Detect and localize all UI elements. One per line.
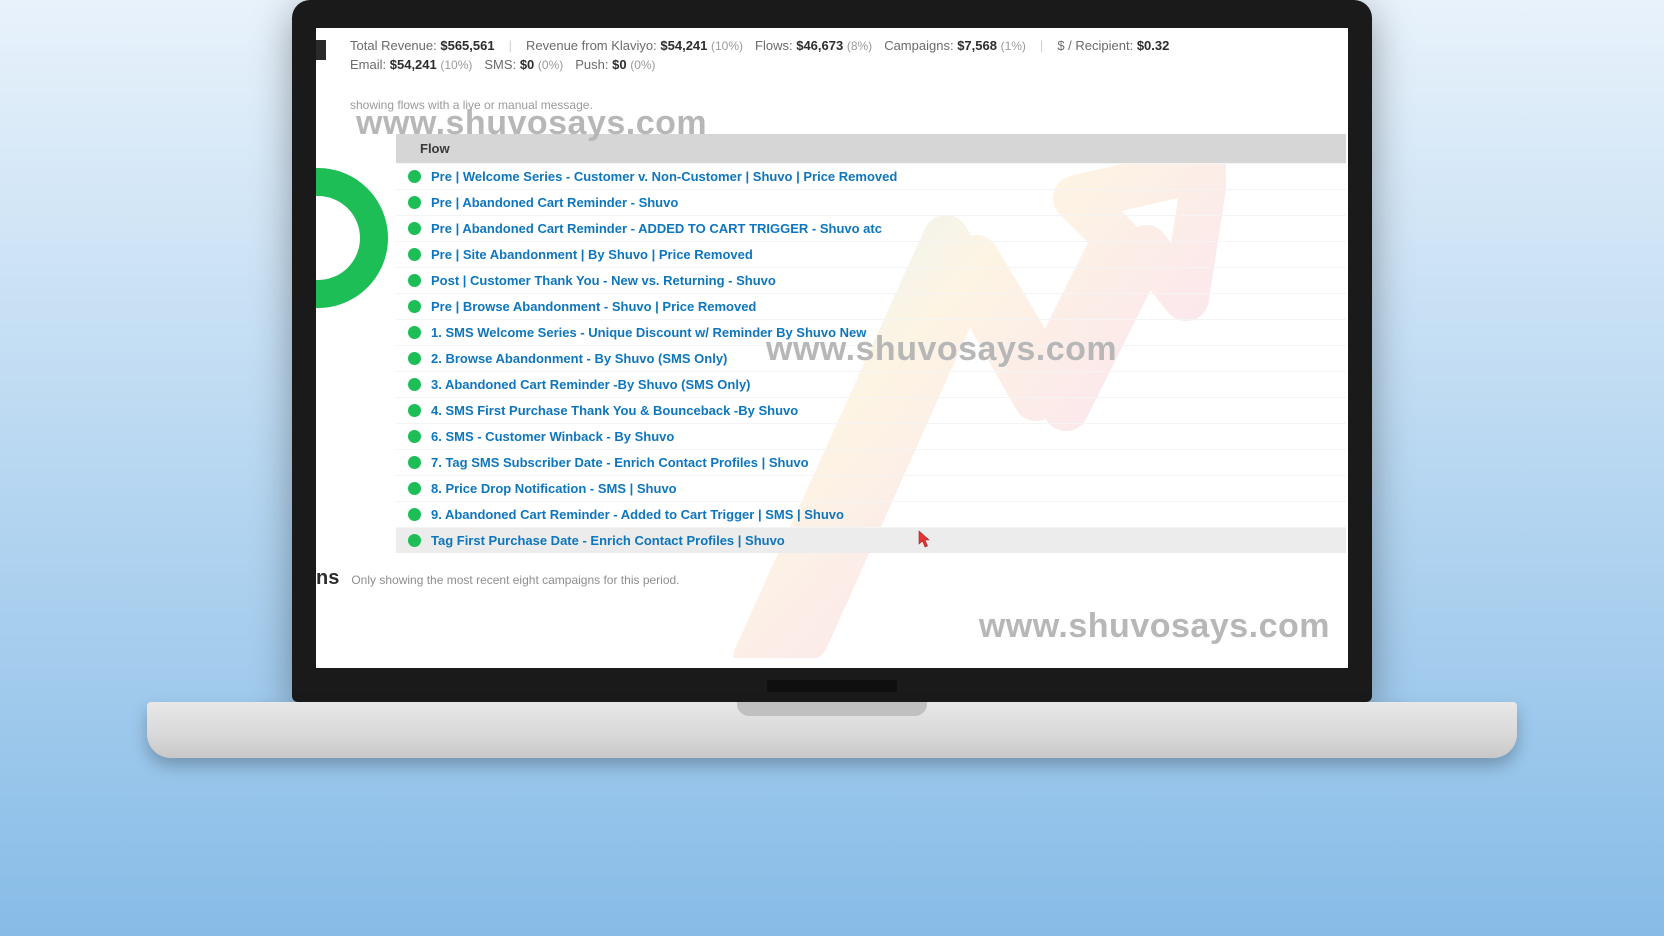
status-dot-icon xyxy=(408,378,421,391)
flow-link[interactable]: 6. SMS - Customer Winback - By Shuvo xyxy=(431,429,674,444)
table-row[interactable]: 2. Browse Abandonment - By Shuvo (SMS On… xyxy=(396,345,1346,371)
status-dot-icon xyxy=(408,196,421,209)
table-row[interactable]: Pre | Abandoned Cart Reminder - ADDED TO… xyxy=(396,215,1346,241)
flows-table: Flow Pre | Welcome Series - Customer v. … xyxy=(396,134,1346,553)
flow-link[interactable]: 9. Abandoned Cart Reminder - Added to Ca… xyxy=(431,507,844,522)
status-dot-icon xyxy=(408,274,421,287)
flow-link[interactable]: 3. Abandoned Cart Reminder -By Shuvo (SM… xyxy=(431,377,751,392)
metric-percent: (1%) xyxy=(1001,39,1026,53)
flow-link[interactable]: Pre | Site Abandonment | By Shuvo | Pric… xyxy=(431,247,753,262)
metrics-bar: Total Revenue: $565,561 | Revenue from K… xyxy=(316,28,1348,116)
metric-total-revenue: Total Revenue: $565,561 xyxy=(344,38,501,53)
metric-percent: (10%) xyxy=(440,58,472,72)
status-dot-icon xyxy=(408,222,421,235)
metric-value: $565,561 xyxy=(440,38,494,53)
laptop-hinge xyxy=(767,680,897,692)
flow-link[interactable]: 4. SMS First Purchase Thank You & Bounce… xyxy=(431,403,798,418)
laptop-notch xyxy=(737,702,927,716)
metric-percent: (8%) xyxy=(847,39,872,53)
table-row[interactable]: Tag First Purchase Date - Enrich Contact… xyxy=(396,527,1346,553)
flow-link[interactable]: Pre | Welcome Series - Customer v. Non-C… xyxy=(431,169,897,184)
flow-link[interactable]: Pre | Abandoned Cart Reminder - ADDED TO… xyxy=(431,221,882,236)
metric-value: $54,241 xyxy=(660,38,707,53)
campaigns-heading-fragment: ns xyxy=(316,567,339,590)
metric-sms: SMS: $0 (0%) xyxy=(478,57,569,72)
metric-value: $0.32 xyxy=(1137,38,1170,53)
status-dot-icon xyxy=(408,326,421,339)
status-dot-icon xyxy=(408,170,421,183)
metric-label: Total Revenue: xyxy=(350,38,437,53)
status-dot-icon xyxy=(408,482,421,495)
campaigns-section: ns Only showing the most recent eight ca… xyxy=(316,553,1348,600)
metric-percent: (10%) xyxy=(711,39,743,53)
status-dot-icon xyxy=(408,430,421,443)
campaigns-subtext: Only showing the most recent eight campa… xyxy=(351,573,679,587)
metric-value: $7,568 xyxy=(957,38,997,53)
flow-link[interactable]: Pre | Browse Abandonment - Shuvo | Price… xyxy=(431,299,756,314)
flow-link[interactable]: 1. SMS Welcome Series - Unique Discount … xyxy=(431,325,866,340)
table-row[interactable]: 1. SMS Welcome Series - Unique Discount … xyxy=(396,319,1346,345)
metric-campaigns: Campaigns: $7,568 (1%) xyxy=(878,38,1032,53)
flow-link[interactable]: Post | Customer Thank You - New vs. Retu… xyxy=(431,273,776,288)
table-row[interactable]: 8. Price Drop Notification - SMS | Shuvo xyxy=(396,475,1346,501)
donut-chart xyxy=(316,168,388,308)
donut-chart-ring xyxy=(316,168,388,308)
metric-label: Revenue from Klaviyo: xyxy=(526,38,657,53)
metric-percent: (0%) xyxy=(538,58,563,72)
watermark-text: www.shuvosays.com xyxy=(979,607,1330,646)
metric-label: SMS: xyxy=(484,57,516,72)
status-dot-icon xyxy=(408,352,421,365)
status-dot-icon xyxy=(408,508,421,521)
metric-value: $0 xyxy=(612,57,626,72)
table-row[interactable]: 6. SMS - Customer Winback - By Shuvo xyxy=(396,423,1346,449)
flow-link[interactable]: Tag First Purchase Date - Enrich Contact… xyxy=(431,533,785,548)
metric-value: $46,673 xyxy=(796,38,843,53)
table-row[interactable]: Pre | Site Abandonment | By Shuvo | Pric… xyxy=(396,241,1346,267)
table-row[interactable]: Pre | Abandoned Cart Reminder - Shuvo xyxy=(396,189,1346,215)
metric-klaviyo-revenue: Revenue from Klaviyo: $54,241 (10%) xyxy=(520,38,749,53)
status-dot-icon xyxy=(408,404,421,417)
separator: | xyxy=(1032,38,1051,53)
separator: | xyxy=(501,38,520,53)
metric-label: Email: xyxy=(350,57,386,72)
flows-table-header[interactable]: Flow xyxy=(396,134,1346,163)
metric-value: $0 xyxy=(520,57,534,72)
flows-table-body: Pre | Welcome Series - Customer v. Non-C… xyxy=(396,163,1346,553)
metric-push: Push: $0 (0%) xyxy=(569,57,661,72)
flow-link[interactable]: 7. Tag SMS Subscriber Date - Enrich Cont… xyxy=(431,455,809,470)
metric-label: Flows: xyxy=(755,38,793,53)
metric-flows: Flows: $46,673 (8%) xyxy=(749,38,878,53)
status-dot-icon xyxy=(408,534,421,547)
metric-label: $ / Recipient: xyxy=(1057,38,1133,53)
flow-link[interactable]: 2. Browse Abandonment - By Shuvo (SMS On… xyxy=(431,351,727,366)
table-row[interactable]: 3. Abandoned Cart Reminder -By Shuvo (SM… xyxy=(396,371,1346,397)
metric-per-recipient: $ / Recipient: $0.32 xyxy=(1051,38,1175,53)
status-dot-icon xyxy=(408,248,421,261)
metric-label: Campaigns: xyxy=(884,38,953,53)
metric-label: Push: xyxy=(575,57,608,72)
table-row[interactable]: Post | Customer Thank You - New vs. Retu… xyxy=(396,267,1346,293)
table-row[interactable]: 9. Abandoned Cart Reminder - Added to Ca… xyxy=(396,501,1346,527)
status-dot-icon xyxy=(408,456,421,469)
metric-percent: (0%) xyxy=(630,58,655,72)
table-row[interactable]: Pre | Welcome Series - Customer v. Non-C… xyxy=(396,163,1346,189)
column-header-flow: Flow xyxy=(420,141,450,156)
table-row[interactable]: Pre | Browse Abandonment - Shuvo | Price… xyxy=(396,293,1346,319)
laptop-mockup: Total Revenue: $565,561 | Revenue from K… xyxy=(292,0,1372,758)
flows-filter-note: showing flows with a live or manual mess… xyxy=(344,98,1328,112)
flow-link[interactable]: 8. Price Drop Notification - SMS | Shuvo xyxy=(431,481,677,496)
metric-value: $54,241 xyxy=(390,57,437,72)
dashboard-screen: Total Revenue: $565,561 | Revenue from K… xyxy=(316,28,1348,668)
laptop-base xyxy=(147,702,1517,758)
flow-link[interactable]: Pre | Abandoned Cart Reminder - Shuvo xyxy=(431,195,678,210)
status-dot-icon xyxy=(408,300,421,313)
table-row[interactable]: 4. SMS First Purchase Thank You & Bounce… xyxy=(396,397,1346,423)
laptop-screen-frame: Total Revenue: $565,561 | Revenue from K… xyxy=(292,0,1372,702)
table-row[interactable]: 7. Tag SMS Subscriber Date - Enrich Cont… xyxy=(396,449,1346,475)
metric-email: Email: $54,241 (10%) xyxy=(344,57,478,72)
